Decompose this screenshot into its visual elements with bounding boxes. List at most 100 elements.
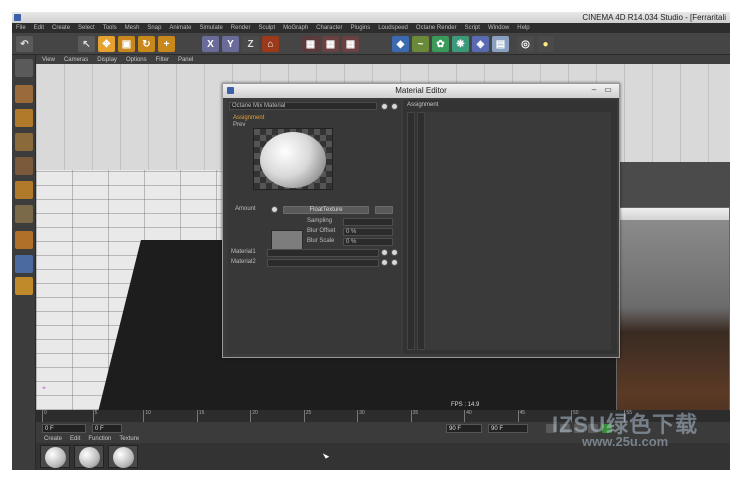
rotate-tool-icon[interactable]: ↻ <box>138 36 155 52</box>
viewport-menu-cameras[interactable]: Cameras <box>64 57 88 63</box>
mm-menu-create[interactable]: Create <box>44 436 62 442</box>
material-thumbnail[interactable] <box>74 445 104 468</box>
app-window: CINEMA 4D R14.034 Studio - [Ferraritali … <box>12 12 730 470</box>
coordinate-system-icon[interactable]: ⌂ <box>262 36 279 52</box>
material1-link-field[interactable] <box>267 249 379 257</box>
polygons-mode-icon[interactable] <box>15 205 33 223</box>
render-picture-viewer-icon[interactable]: ▦ <box>322 36 339 52</box>
menu-render[interactable]: Render <box>231 25 251 31</box>
menu-plugins[interactable]: Plugins <box>351 25 371 31</box>
viewport-menu-filter[interactable]: Filter <box>156 57 169 63</box>
render-view-icon[interactable]: ▦ <box>302 36 319 52</box>
frame-end-field-2[interactable]: 90 F <box>488 424 528 433</box>
material2-label[interactable]: Material2 <box>231 259 256 265</box>
move-tool-icon[interactable]: ✥ <box>98 36 115 52</box>
transform-tool-icon[interactable]: + <box>158 36 175 52</box>
material-thumbnail[interactable] <box>108 445 138 468</box>
material1-link-icon[interactable] <box>381 249 388 256</box>
magnet-icon[interactable] <box>15 231 33 249</box>
material-editor-dialog: Material Editor – ▭ Octane Mix Material … <box>222 83 620 358</box>
blur-scale-label: Blur Scale <box>307 238 335 244</box>
frame-start-field[interactable]: 0 F <box>42 424 86 433</box>
menu-sculpt[interactable]: Sculpt <box>258 25 275 31</box>
menu-tools[interactable]: Tools <box>103 25 117 31</box>
cube-primitive-icon[interactable]: ◆ <box>392 36 409 52</box>
model-mode-icon[interactable] <box>15 85 33 103</box>
select-arrow-icon[interactable]: ↖ <box>78 36 95 52</box>
menu-loudspeed[interactable]: Loudspeed <box>378 25 408 31</box>
spline-icon[interactable]: ~ <box>412 36 429 52</box>
mm-menu-edit[interactable]: Edit <box>70 436 80 442</box>
section-assignment-left[interactable]: Assignment <box>233 114 264 122</box>
workplane-mode-icon[interactable] <box>15 133 33 151</box>
menu-snap[interactable]: Snap <box>147 25 161 31</box>
edges-mode-icon[interactable] <box>15 181 33 199</box>
menu-create[interactable]: Create <box>52 25 70 31</box>
menu-help[interactable]: Help <box>517 25 529 31</box>
undo-icon[interactable]: ↶ <box>16 36 33 52</box>
menu-edit[interactable]: Edit <box>34 25 44 31</box>
menu-select[interactable]: Select <box>78 25 95 31</box>
material2-link-field[interactable] <box>267 259 379 267</box>
sampling-field[interactable] <box>343 218 393 226</box>
mm-menu-function[interactable]: Function <box>88 436 111 442</box>
sampling-label: Sampling <box>307 218 333 224</box>
menu-mograph[interactable]: MoGraph <box>283 25 308 31</box>
snap-icon[interactable] <box>15 255 33 273</box>
menu-window[interactable]: Window <box>488 25 509 31</box>
minimize-icon[interactable]: – <box>589 85 599 95</box>
material-name-field[interactable]: Octane Mix Material <box>229 102 377 110</box>
material2-link-icon[interactable] <box>381 259 388 266</box>
material1-label[interactable]: Material1 <box>231 249 256 255</box>
material-preview[interactable] <box>253 128 333 190</box>
material-reset-icon[interactable] <box>391 103 398 110</box>
deformer-icon[interactable]: ◈ <box>472 36 489 52</box>
channels-scrollbar-2[interactable] <box>417 112 425 350</box>
material1-clear-icon[interactable] <box>391 249 398 256</box>
y-axis-icon[interactable]: Y <box>222 36 239 52</box>
viewport-menu-panel[interactable]: Panel <box>178 57 193 63</box>
menu-simulate[interactable]: Simulate <box>199 25 222 31</box>
z-axis-icon[interactable]: Z <box>242 36 259 52</box>
scale-tool-icon[interactable]: ▣ <box>118 36 135 52</box>
maximize-icon[interactable]: ▭ <box>603 85 613 95</box>
tick-label: 30 <box>357 410 365 422</box>
render-settings-icon[interactable]: ▦ <box>342 36 359 52</box>
x-axis-icon[interactable]: X <box>202 36 219 52</box>
menu-file[interactable]: File <box>16 25 26 31</box>
section-assignment-right[interactable]: Assignment <box>407 101 438 109</box>
blur-offset-field[interactable]: 0 % <box>343 228 393 236</box>
amount-menu-button[interactable] <box>375 206 393 214</box>
menu-script[interactable]: Script <box>465 25 480 31</box>
mm-menu-texture[interactable]: Texture <box>119 436 139 442</box>
amount-toggle-icon[interactable] <box>271 206 278 213</box>
nurbs-icon[interactable]: ✿ <box>432 36 449 52</box>
camera-icon[interactable]: ◎ <box>517 36 534 52</box>
viewport-menu-display[interactable]: Display <box>97 57 117 63</box>
floor-icon[interactable]: ▤ <box>492 36 509 52</box>
material-thumbnail[interactable] <box>40 445 70 468</box>
blur-scale-field[interactable]: 0 % <box>343 238 393 246</box>
frame-current-field[interactable]: 0 F <box>92 424 122 433</box>
menu-octane-render[interactable]: Octane Render <box>416 25 457 31</box>
material-link-icon[interactable] <box>381 103 388 110</box>
axis-gizmo-icon: ⌖ <box>42 385 46 392</box>
menu-animate[interactable]: Animate <box>169 25 191 31</box>
make-editable-icon[interactable] <box>15 59 33 77</box>
window-title: CINEMA 4D R14.034 Studio - [Ferraritali <box>582 13 726 22</box>
channel-list[interactable] <box>425 112 611 350</box>
channels-scrollbar[interactable] <box>407 112 415 350</box>
menu-character[interactable]: Character <box>316 25 342 31</box>
fps-readout: FPS : 14.9 <box>451 402 480 408</box>
menu-mesh[interactable]: Mesh <box>125 25 140 31</box>
viewport-menu-view[interactable]: View <box>42 57 55 63</box>
light-icon[interactable]: ● <box>537 36 554 52</box>
frame-end-field[interactable]: 90 F <box>446 424 482 433</box>
float-texture-button[interactable]: FloatTexture <box>283 206 369 214</box>
lock-workplane-icon[interactable] <box>15 277 33 295</box>
array-icon[interactable]: ❋ <box>452 36 469 52</box>
viewport-menu-options[interactable]: Options <box>126 57 147 63</box>
texture-mode-icon[interactable] <box>15 109 33 127</box>
points-mode-icon[interactable] <box>15 157 33 175</box>
material2-clear-icon[interactable] <box>391 259 398 266</box>
